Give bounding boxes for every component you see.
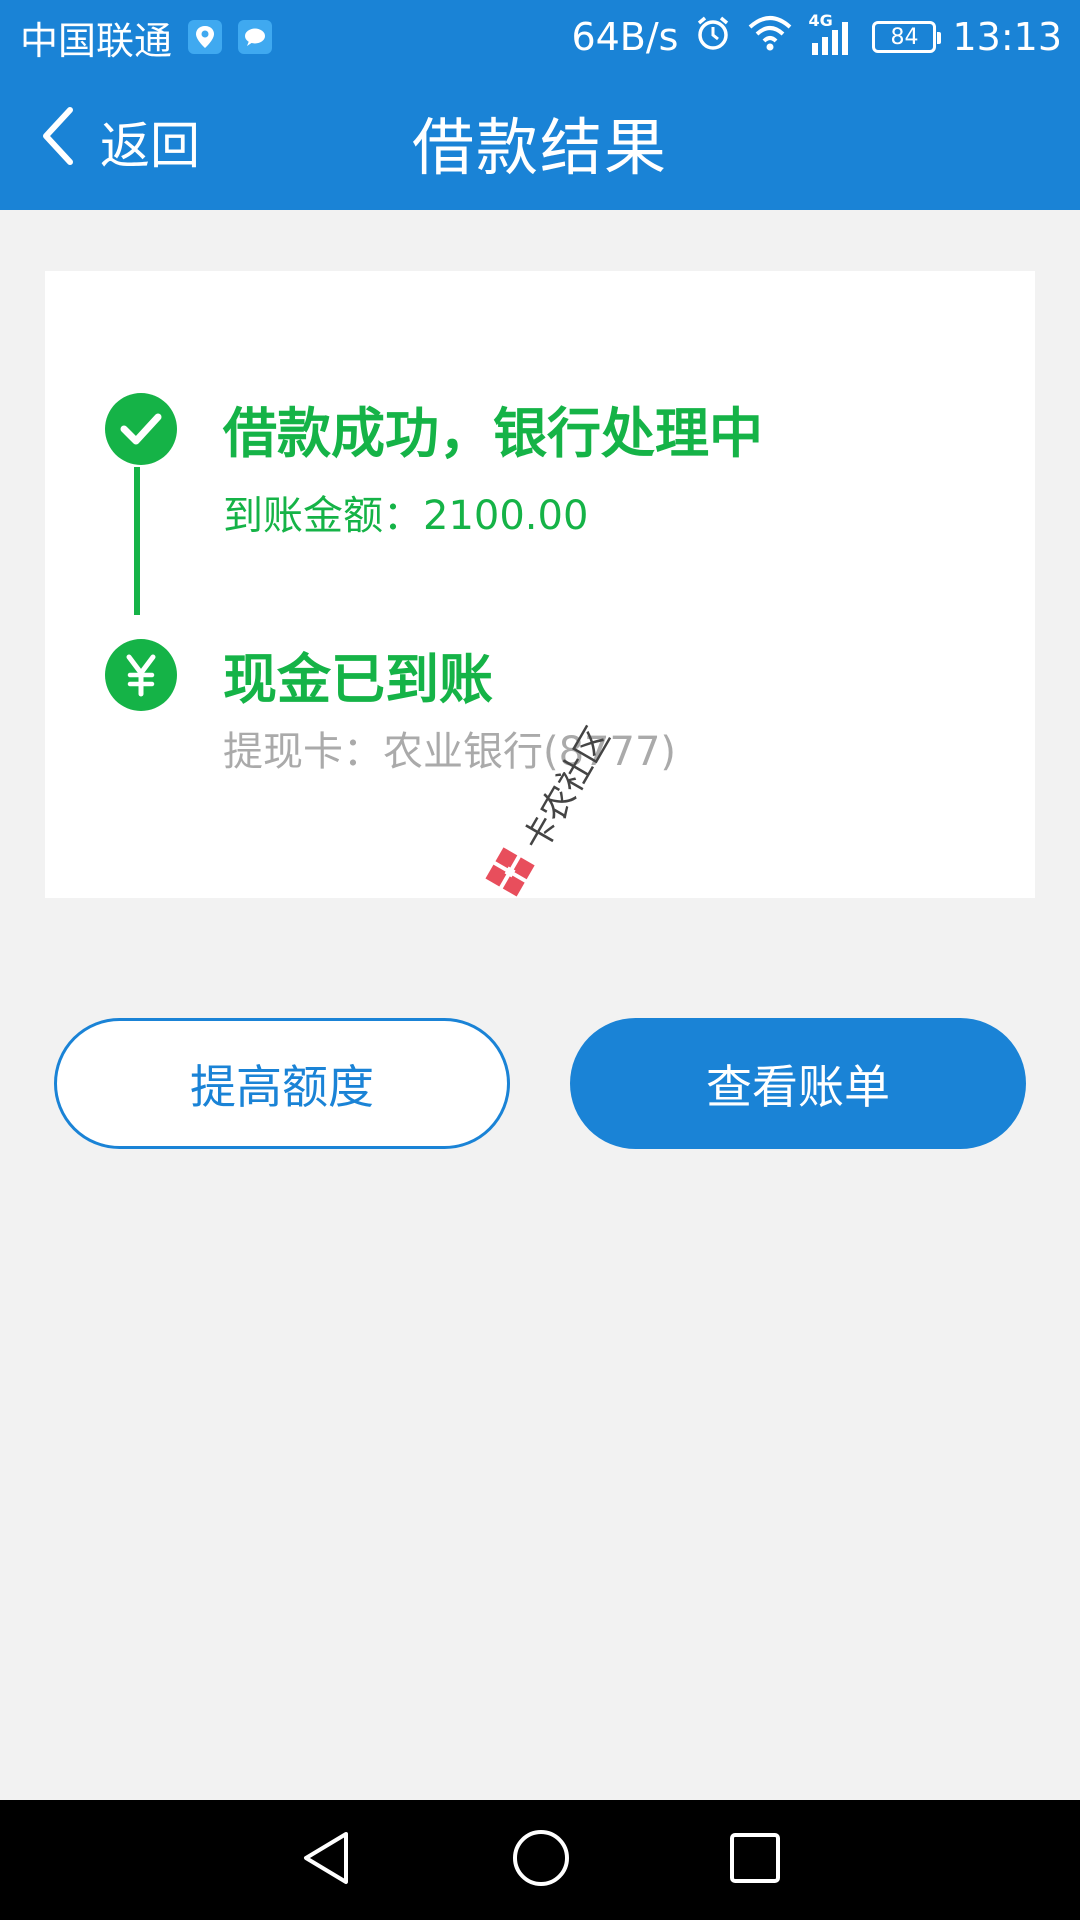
nav-recents-icon[interactable] — [728, 1831, 782, 1889]
clock: 13:13 — [952, 15, 1062, 59]
raise-limit-button[interactable]: 提高额度 — [54, 1018, 510, 1149]
status-bar: 中国联通 64B/s 4G 84 13:13 — [0, 0, 1080, 74]
nav-home-icon[interactable] — [511, 1828, 571, 1892]
network-speed: 64B/s — [571, 15, 679, 59]
progress-line — [134, 467, 140, 615]
alarm-icon — [694, 14, 732, 61]
battery-icon: 84 — [872, 21, 942, 53]
step-1-title: 借款成功，银行处理中 — [223, 402, 763, 465]
wifi-icon — [748, 15, 792, 60]
view-bill-button[interactable]: 查看账单 — [570, 1018, 1026, 1149]
carrier-label: 中国联通 — [20, 18, 173, 63]
system-nav-bar — [0, 1800, 1080, 1920]
location-icon — [188, 20, 223, 54]
signal-icon: 4G — [808, 11, 856, 57]
status-right: 64B/s 4G 84 13:13 — [571, 11, 1062, 61]
step-1-amount: 到账金额：2100.00 — [223, 493, 589, 539]
status-left: 中国联通 — [20, 10, 273, 65]
app-header: 返回 借款结果 — [0, 74, 1080, 210]
step-2-title: 现金已到账 — [223, 648, 493, 711]
check-icon — [105, 393, 177, 465]
page-title: 借款结果 — [411, 111, 668, 184]
message-icon — [238, 20, 273, 54]
screen: 中国联通 64B/s 4G 84 13:13 返回 借款结果 借款成功，银行处理… — [0, 0, 1080, 1920]
nav-back-icon[interactable] — [298, 1828, 354, 1892]
yuan-icon — [105, 639, 177, 711]
